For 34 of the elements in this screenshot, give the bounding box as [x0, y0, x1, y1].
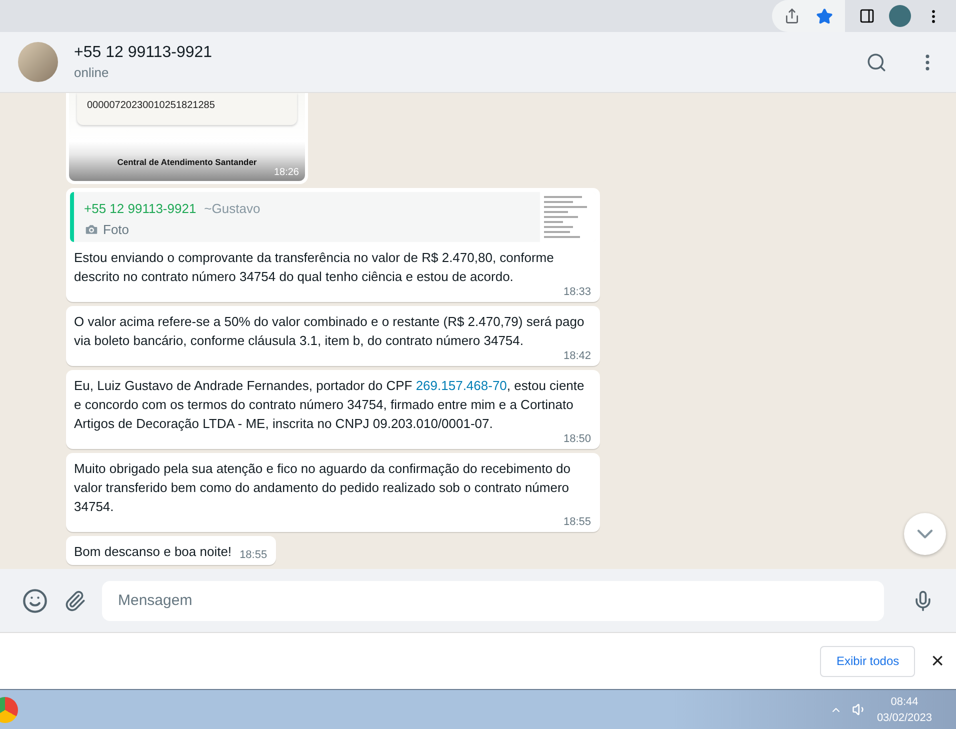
- message-text: Estou enviando o comprovante da transferência no valor de R$ 2.470,80, conforme descrito no contrato número 34754 do qual tenho ciência e estou de acordo.: [74, 249, 555, 286]
- message-text: Eu, Luiz Gustavo de Andrade Fernandes, portador do CPF 269.157.468-70, estou ciente e concordo com os termos do contrato número 34754, firmado entre mim e a Cortinato Artigos de Decoração LTDA - ME, inscrita no CNPJ 09.203.010/0001-07.: [74, 377, 586, 433]
- phone-link[interactable]: 269.157.468-70: [416, 378, 507, 393]
- quote-nickname: ~Gustavo: [204, 201, 260, 216]
- side-panel-icon[interactable]: [859, 8, 875, 24]
- message-time: 18:42: [563, 350, 591, 362]
- message-time: 18:55: [240, 549, 268, 561]
- message-input[interactable]: Mensagem: [102, 580, 884, 620]
- camera-icon: [84, 222, 99, 237]
- share-icon[interactable]: [784, 8, 800, 24]
- image-caption: Central de Atendimento Santander: [116, 157, 258, 167]
- contact-name: +55 12 99113-9921: [74, 44, 212, 62]
- star-icon[interactable]: [816, 8, 833, 24]
- quoted-message[interactable]: +55 12 99113-9921 ~Gustavo Foto: [70, 192, 596, 242]
- show-all-button[interactable]: Exibir todos: [820, 646, 916, 676]
- scroll-down-button[interactable]: [904, 513, 946, 555]
- message-time: 18:55: [563, 516, 591, 528]
- attach-icon[interactable]: [64, 590, 86, 612]
- contact-avatar[interactable]: [18, 42, 58, 82]
- message-time: 18:26: [274, 167, 299, 178]
- message-text: Muito obrigado pela sua atenção e fico no aguardo da confirmação do recebimento do valor transferido bem como do andamento do pedido realizado sob o contrato número 34754.: [74, 460, 572, 516]
- quote-type: Foto: [103, 222, 130, 237]
- search-icon[interactable]: [866, 52, 887, 72]
- emoji-icon[interactable]: [22, 588, 48, 614]
- close-button[interactable]: ×: [931, 648, 944, 674]
- receipt-code: 00000720230010251821285: [87, 100, 216, 111]
- message-time: 18:50: [563, 433, 591, 445]
- message-time: 18:33: [563, 286, 591, 298]
- quote-author: +55 12 99113-9921: [84, 201, 196, 216]
- message-text: O valor acima refere-se a 50% do valor combinado e o restante (R$ 2.470,79) será pago via boleto bancário, conforme cláusula 3.1, item b, do contrato número 34754.: [74, 313, 586, 350]
- profile-avatar[interactable]: [889, 5, 911, 27]
- contact-status: online: [74, 65, 110, 80]
- message-text: Bom descanso e boa noite!: [74, 543, 232, 561]
- taskbar-clock[interactable]: 08:44 03/02/2023: [876, 694, 932, 726]
